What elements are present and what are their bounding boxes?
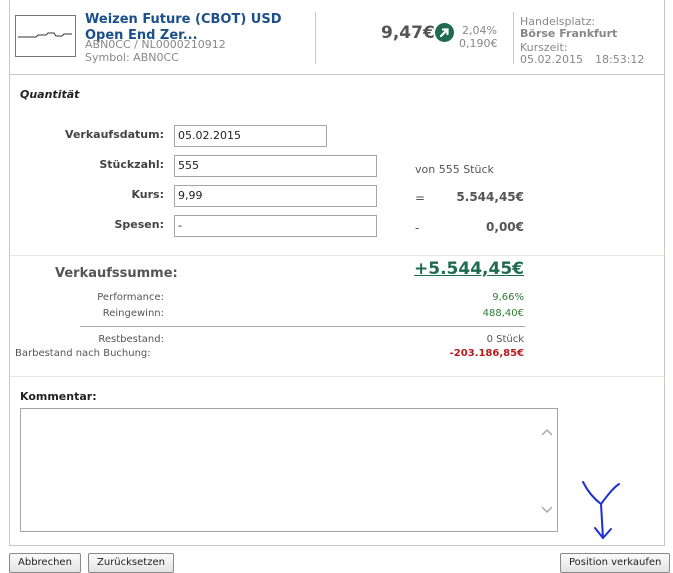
spesen-operator: -: [415, 221, 420, 235]
kurszeit-date: 05.02.2015: [520, 53, 583, 66]
stueckzahl-label: Stückzahl:: [99, 158, 164, 171]
performance-label: Performance:: [97, 292, 164, 303]
instrument-isin: ABN0CC / NL0000210912: [85, 38, 226, 51]
restbestand-value: 0 Stück: [486, 334, 524, 345]
spesen-label: Spesen:: [114, 218, 165, 231]
exchange-value: Börse Frankfurt: [520, 27, 618, 40]
kurs-total: 5.544,45€: [456, 190, 524, 204]
chevron-down-icon[interactable]: [539, 502, 555, 516]
kurs-operator: =: [415, 191, 426, 205]
verkaufssumme-label: Verkaufssumme:: [55, 266, 178, 281]
chart-thumbnail-icon: [18, 32, 72, 38]
change-percent: 2,04%: [462, 24, 497, 37]
section-title-quantitaet: Quantität: [20, 88, 80, 101]
verkaufssumme-value: +5.544,45€: [414, 259, 524, 279]
header-divider: [315, 12, 316, 64]
abbrechen-button[interactable]: Abbrechen: [9, 553, 81, 573]
arrow-up-right-icon: [435, 23, 454, 42]
verkaufsdatum-label: Verkaufsdatum:: [65, 128, 164, 141]
kommentar-textarea[interactable]: [20, 408, 558, 532]
barbestand-label: Barbestand nach Buchung:: [15, 348, 151, 359]
stueckzahl-input[interactable]: 555: [174, 155, 377, 177]
zuruecksetzen-button[interactable]: Zurücksetzen: [88, 553, 174, 573]
stueckzahl-note: von 555 Stück: [415, 163, 494, 176]
summary-divider: [80, 326, 525, 327]
header-divider-2: [513, 12, 514, 64]
kurs-label: Kurs:: [131, 188, 164, 201]
instrument-symbol: Symbol: ABN0CC: [85, 51, 179, 64]
performance-value: 9,66%: [492, 292, 524, 303]
summary-bottom-divider: [10, 376, 665, 377]
change-absolute: 0,190€: [459, 37, 498, 50]
header-bottom-border: [10, 74, 665, 75]
kommentar-label: Kommentar:: [20, 390, 97, 403]
restbestand-label: Restbestand:: [98, 334, 164, 345]
verkaufsdatum-input[interactable]: 05.02.2015: [174, 125, 327, 147]
reingewinn-value: 488,40€: [482, 308, 524, 319]
barbestand-value: -203.186,85€: [449, 348, 524, 359]
kurszeit-time: 18:53:12: [595, 53, 645, 66]
position-verkaufen-button[interactable]: Position verkaufen: [560, 553, 671, 573]
reingewinn-label: Reingewinn:: [102, 308, 164, 319]
spesen-input[interactable]: -: [174, 215, 377, 237]
annotation-arrow-icon: [582, 481, 620, 540]
form-divider: [10, 255, 665, 256]
current-price: 9,47€: [381, 23, 435, 43]
kurs-input[interactable]: 9,99: [174, 185, 377, 207]
instrument-title-line1[interactable]: Weizen Future (CBOT) USD: [85, 12, 282, 28]
spesen-total: 0,00€: [486, 220, 524, 234]
chevron-up-icon[interactable]: [539, 424, 555, 438]
chart-thumbnail: [15, 15, 76, 57]
